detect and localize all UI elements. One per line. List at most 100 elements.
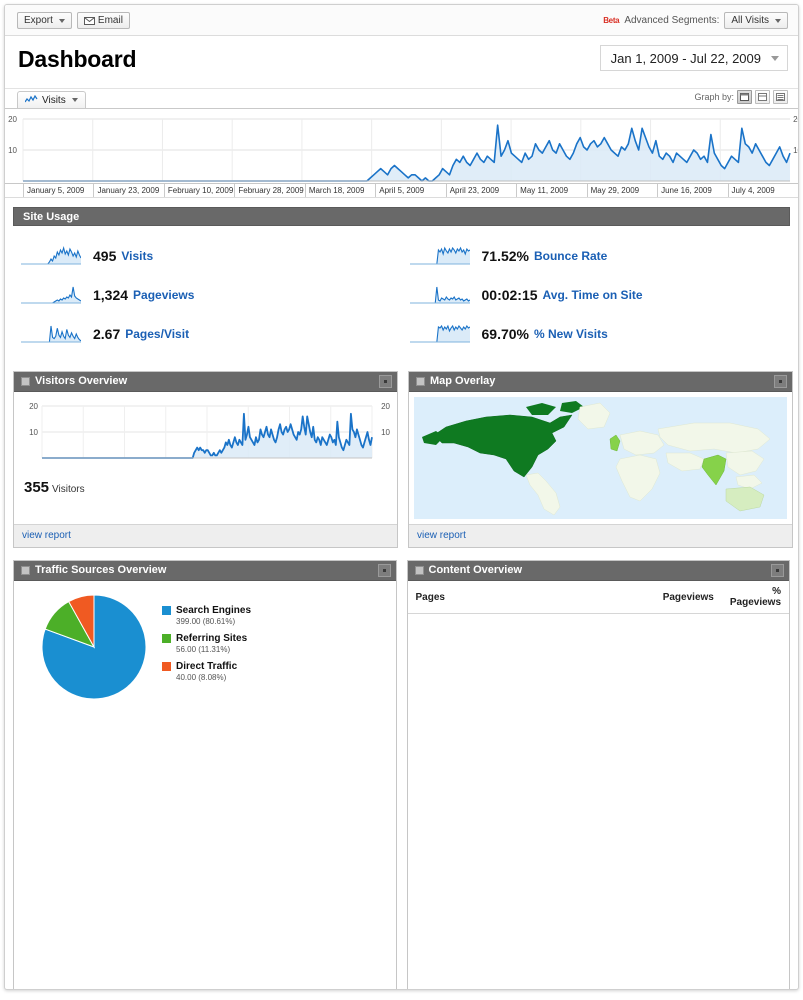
metric-bounce-rate-value: 71.52% <box>481 247 529 264</box>
pie-legend: Search Engines 399.00 (80.61%) Referring S… <box>162 605 251 689</box>
legend-value: 40.00 (8.08%) <box>176 673 227 682</box>
legend-item[interactable]: Direct Traffic 40.00 (8.08%) <box>162 661 251 682</box>
top-toolbar: Export Email Beta Advanced Segments: All… <box>5 5 798 36</box>
widget-title: Visitors Overview <box>35 375 128 387</box>
date-tick-label: March 18, 2009 <box>304 184 375 197</box>
advanced-segments-select[interactable]: All Visits <box>724 12 788 29</box>
date-tick-label: May 29, 2009 <box>586 184 657 197</box>
visitors-total-value: 355 <box>24 479 50 496</box>
map-overlay-chart[interactable] <box>414 397 787 519</box>
svg-text:10: 10 <box>29 428 38 437</box>
date-range-selector[interactable]: Jan 1, 2009 - Jul 22, 2009 <box>599 45 788 71</box>
view-report-link[interactable]: view report <box>417 530 466 541</box>
main-chart-tabrow: Visits Graph by: <box>5 89 798 109</box>
metric-visits: 495 Visits <box>13 236 402 275</box>
widget-header: Visitors Overview <box>14 372 397 392</box>
metric-new-visits-label[interactable]: % New Visits <box>534 327 608 341</box>
column-header-pageviews[interactable]: Pageviews <box>654 581 722 614</box>
metric-pages-per-visit-value: 2.67 <box>93 325 121 342</box>
drag-handle-icon[interactable] <box>21 377 30 386</box>
legend-value: 56.00 (11.31%) <box>176 645 231 654</box>
close-icon[interactable] <box>771 564 784 577</box>
metric-pageviews-label[interactable]: Pageviews <box>133 288 194 302</box>
drag-handle-icon[interactable] <box>416 377 425 386</box>
widget-body: 10 10 20 20 355 Visitors <box>14 392 397 524</box>
close-icon[interactable] <box>774 375 787 388</box>
metric-visits-label[interactable]: Visits <box>121 249 153 263</box>
drag-handle-icon[interactable] <box>21 566 30 575</box>
widget-content-overview: Content Overview Pages Pageviews % Pagev… <box>406 560 790 989</box>
cell-page: / <box>407 613 655 989</box>
metric-bounce-rate-label[interactable]: Bounce Rate <box>534 249 607 263</box>
cell-pageviews: 419 <box>654 613 722 989</box>
main-visits-chart[interactable]: 10 10 20 20 January 5, 2009January 23, 2009… <box>5 109 798 198</box>
date-range-value: Jan 1, 2009 - Jul 22, 2009 <box>610 50 761 66</box>
chevron-down-icon <box>771 55 779 61</box>
page-title: Dashboard <box>18 46 137 72</box>
world-map-icon <box>414 397 787 519</box>
close-icon[interactable] <box>377 564 391 577</box>
tab-visits[interactable]: Visits <box>17 91 86 108</box>
main-chart-section: Visits Graph by: 10 10 20 20 January 5, 200… <box>5 89 798 198</box>
widget-title: Map Overlay <box>430 375 496 387</box>
date-tick-label: February 10, 2009 <box>163 184 234 197</box>
visitors-total-label: Visitors <box>52 484 85 495</box>
advanced-segments-value: All Visits <box>731 15 769 26</box>
date-tick-label: May 11, 2009 <box>516 184 586 197</box>
widget-header: Map Overlay <box>409 372 792 392</box>
visitors-overview-chart[interactable]: 10 10 20 20 <box>14 392 397 475</box>
metric-pages-per-visit-label[interactable]: Pages/Visit <box>125 327 189 341</box>
tab-visits-label: Visits <box>42 94 66 106</box>
svg-text:10: 10 <box>8 146 17 155</box>
metric-pageviews-value: 1,324 <box>93 286 129 303</box>
envelope-icon <box>83 17 95 25</box>
metric-avg-time-on-site-label[interactable]: Avg. Time on Site <box>543 288 643 302</box>
drag-handle-icon[interactable] <box>414 566 424 575</box>
column-header-pages[interactable]: Pages <box>407 581 655 614</box>
main-chart-date-axis: January 5, 2009 January 23, 2009 February … <box>5 183 798 197</box>
email-button[interactable]: Email <box>76 12 130 29</box>
svg-text:20: 20 <box>29 402 38 411</box>
visitors-total: 355 Visitors <box>14 475 397 496</box>
pie-chart-canvas[interactable] <box>40 593 148 701</box>
legend-swatch <box>162 606 171 615</box>
legend-swatch <box>162 662 171 671</box>
graph-by-month-button[interactable] <box>773 90 788 104</box>
metric-new-visits-value: 69.70% <box>481 325 529 342</box>
sparkline-time-on-site-icon <box>409 286 470 304</box>
svg-text:10: 10 <box>793 146 799 155</box>
graph-by-week-button[interactable] <box>755 90 770 104</box>
widget-row-1: Visitors Overview 10 10 20 20 355 Visitors v… <box>13 371 793 548</box>
export-label: Export <box>24 15 53 26</box>
metric-pages-per-visit: 2.67 Pages/Visit <box>13 314 402 353</box>
site-usage-column-right: 71.52% Bounce Rate 00:02:15 Avg. Time on… <box>402 236 791 353</box>
sparkline-bounce-rate-icon <box>409 245 470 265</box>
sparkline-pageviews-icon <box>21 286 81 304</box>
date-tick-label: January 5, 2009 <box>23 184 93 197</box>
legend-label: Search Engines <box>176 605 252 616</box>
date-tick-label: July 4, 2009 <box>727 184 798 197</box>
chevron-down-icon <box>775 18 781 23</box>
chevron-down-icon <box>71 98 78 102</box>
close-icon[interactable] <box>379 375 392 388</box>
legend-item[interactable]: Search Engines 399.00 (80.61%) <box>162 605 251 626</box>
beta-badge: Beta <box>603 16 620 25</box>
view-report-link[interactable]: view report <box>22 530 71 541</box>
site-usage-grid: 495 Visits 1,324 Pageviews 2.67 Pages/Vi… <box>13 226 790 359</box>
widget-body <box>409 392 792 524</box>
page-title-row: Dashboard Jan 1, 2009 - Jul 22, 2009 <box>5 36 798 89</box>
widget-visitors-overview: Visitors Overview 10 10 20 20 355 Visitors v… <box>13 371 398 548</box>
date-tick-label: April 5, 2009 <box>375 184 445 197</box>
legend-item[interactable]: Referring Sites 56.00 (11.31%) <box>162 633 251 654</box>
graph-by-day-button[interactable] <box>737 90 752 104</box>
widget-footer: view report <box>409 524 792 547</box>
metric-new-visits: 69.70% % New Visits <box>402 314 791 353</box>
line-chart-icon <box>24 94 38 106</box>
legend-label: Direct Traffic <box>176 661 238 672</box>
export-button[interactable]: Export <box>17 12 72 29</box>
legend-value: 399.00 (80.61%) <box>176 617 236 626</box>
table-row: /41931.65% <box>407 613 789 989</box>
column-header-pct-pageviews[interactable]: % Pageviews <box>721 581 789 614</box>
sparkline-new-visits-icon <box>409 324 470 343</box>
date-tick-label: April 23, 2009 <box>445 184 516 197</box>
